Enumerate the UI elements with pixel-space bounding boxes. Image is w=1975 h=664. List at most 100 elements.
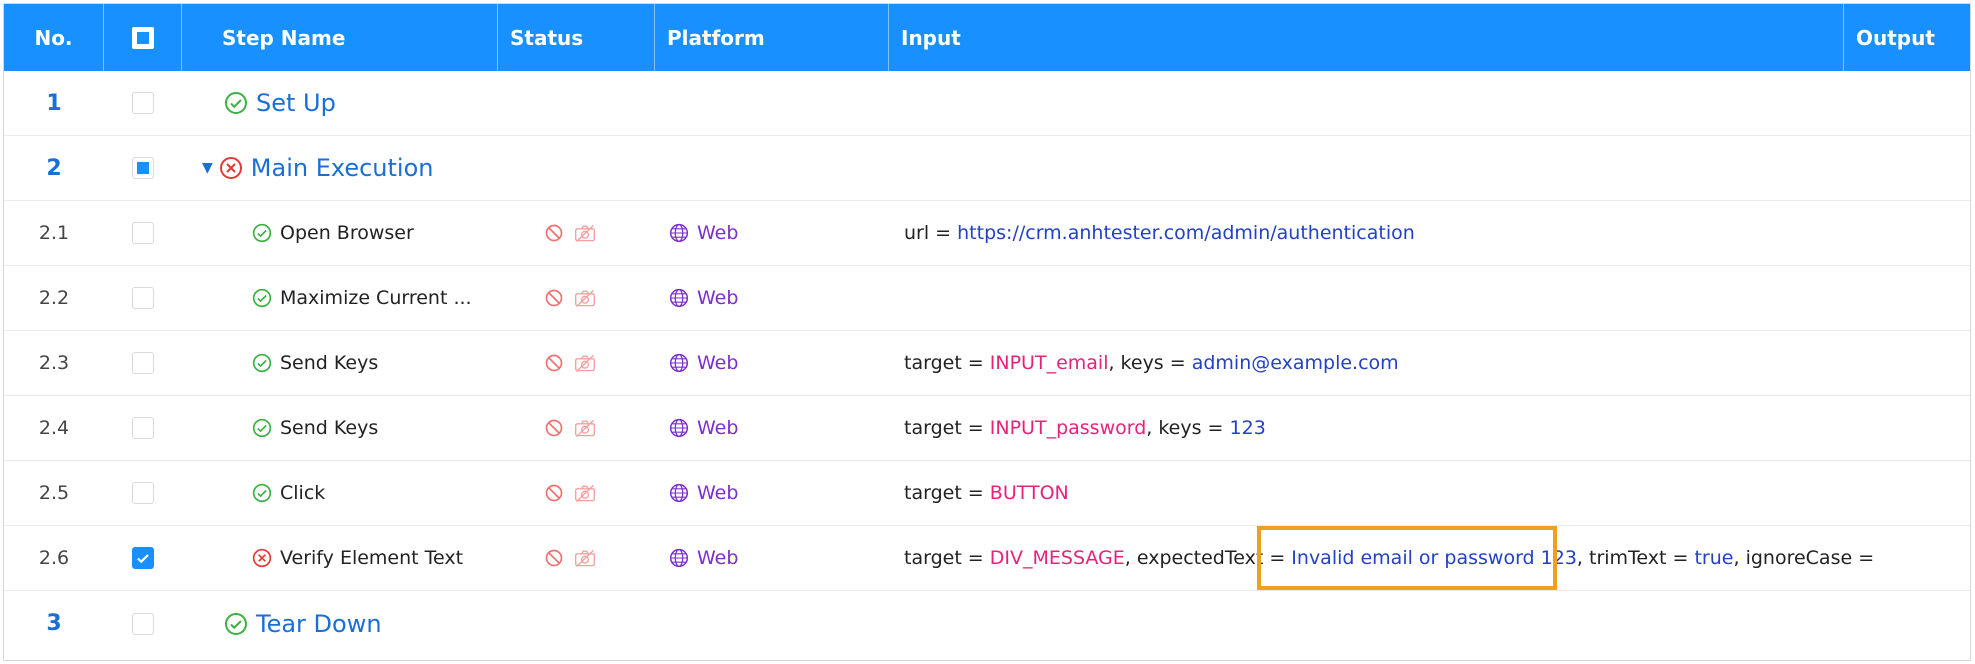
globe-icon bbox=[669, 548, 689, 568]
header-input[interactable]: Input bbox=[889, 4, 1844, 71]
header-status[interactable]: Status bbox=[498, 4, 655, 71]
input-ref[interactable]: INPUT_email bbox=[990, 352, 1109, 374]
globe-icon bbox=[669, 418, 689, 438]
select-all-checkbox[interactable] bbox=[131, 26, 154, 49]
check-circle-icon bbox=[252, 223, 272, 243]
stop-icon[interactable] bbox=[544, 288, 564, 308]
stop-icon[interactable] bbox=[544, 548, 564, 568]
camera-off-icon[interactable] bbox=[574, 483, 596, 503]
input-ref[interactable]: BUTTON bbox=[990, 482, 1069, 504]
globe-icon bbox=[669, 483, 689, 503]
camera-off-icon[interactable] bbox=[574, 353, 596, 373]
header-output-label: Output bbox=[1856, 25, 1935, 50]
table-header: No. Step Name Status Platform Input Outp… bbox=[4, 4, 1970, 71]
platform-label: Web bbox=[697, 417, 739, 439]
platform-label: Web bbox=[697, 287, 739, 309]
check-circle-icon bbox=[252, 288, 272, 308]
header-step-name-label: Step Name bbox=[222, 25, 346, 50]
check-circle-icon bbox=[225, 612, 247, 635]
row-checkbox[interactable] bbox=[132, 417, 154, 439]
table-row[interactable]: 2 ▼ Main Execution bbox=[4, 136, 1970, 201]
globe-icon bbox=[669, 353, 689, 373]
row-checkbox[interactable] bbox=[132, 157, 154, 179]
step-input[interactable] bbox=[904, 266, 1964, 330]
input-value[interactable]: https://crm.anhtester.com/admin/authenti… bbox=[957, 222, 1415, 244]
row-number: 2.6 bbox=[38, 547, 70, 569]
platform-label: Web bbox=[697, 352, 739, 374]
header-step-name[interactable]: Step Name bbox=[182, 4, 498, 71]
step-input[interactable]: target = INPUT_email, keys = admin@examp… bbox=[904, 331, 1964, 395]
stop-icon[interactable] bbox=[544, 483, 564, 503]
input-ref[interactable]: DIV_MESSAGE bbox=[990, 547, 1125, 569]
input-key: , keys = bbox=[1146, 417, 1230, 439]
table-row[interactable]: 1 Set Up bbox=[4, 71, 1970, 136]
header-platform-label: Platform bbox=[667, 25, 765, 50]
step-input[interactable]: url = https://crm.anhtester.com/admin/au… bbox=[904, 201, 1964, 265]
input-value[interactable]: 123 bbox=[1230, 417, 1266, 439]
step-name[interactable]: Maximize Current ... bbox=[280, 287, 472, 309]
camera-off-icon[interactable] bbox=[574, 548, 596, 568]
row-checkbox[interactable] bbox=[132, 352, 154, 374]
step-name[interactable]: Send Keys bbox=[280, 417, 378, 439]
camera-off-icon[interactable] bbox=[574, 418, 596, 438]
stop-icon[interactable] bbox=[544, 223, 564, 243]
close-circle-icon bbox=[252, 548, 272, 568]
camera-off-icon[interactable] bbox=[574, 223, 596, 243]
row-number: 2.4 bbox=[38, 417, 70, 439]
caret-down-icon[interactable]: ▼ bbox=[202, 160, 213, 176]
row-checkbox[interactable] bbox=[132, 482, 154, 504]
row-number: 2.5 bbox=[38, 482, 70, 504]
platform-label: Web bbox=[697, 222, 739, 244]
header-select-all[interactable] bbox=[104, 4, 182, 71]
step-input[interactable]: target = BUTTON bbox=[904, 461, 1964, 525]
input-key: target = bbox=[904, 482, 990, 504]
row-checkbox[interactable] bbox=[132, 287, 154, 309]
test-steps-table: No. Step Name Status Platform Input Outp… bbox=[3, 3, 1971, 661]
row-checkbox[interactable] bbox=[132, 547, 154, 569]
step-input[interactable]: target = DIV_MESSAGE, expectedText = Inv… bbox=[904, 526, 1964, 590]
header-output[interactable]: Output bbox=[1844, 4, 1972, 71]
input-key: , keys = bbox=[1108, 352, 1192, 374]
table-row[interactable]: 2.3 Send Keys Web target = INPUT_email, … bbox=[4, 331, 1970, 396]
camera-off-icon[interactable] bbox=[574, 288, 596, 308]
close-circle-icon bbox=[219, 157, 242, 179]
check-circle-icon bbox=[252, 353, 272, 373]
input-key: , ignoreCase = bbox=[1733, 547, 1881, 569]
step-name[interactable]: Verify Element Text bbox=[280, 547, 463, 569]
input-ref[interactable]: INPUT_password bbox=[990, 417, 1147, 439]
input-value[interactable]: admin@example.com bbox=[1192, 352, 1399, 374]
step-name[interactable]: Tear Down bbox=[256, 610, 382, 638]
globe-icon bbox=[669, 223, 689, 243]
stop-icon[interactable] bbox=[544, 418, 564, 438]
row-number: 2.1 bbox=[38, 222, 70, 244]
row-number: 3 bbox=[46, 611, 62, 636]
header-input-label: Input bbox=[901, 25, 961, 50]
table-row[interactable]: 3 Tear Down bbox=[4, 591, 1970, 656]
row-checkbox[interactable] bbox=[132, 612, 154, 635]
input-key: , expectedText = bbox=[1124, 547, 1292, 569]
table-row[interactable]: 2.6 Verify Element Text Web target = DIV… bbox=[4, 526, 1970, 591]
platform-label: Web bbox=[697, 482, 739, 504]
input-key: target = bbox=[904, 547, 990, 569]
step-name[interactable]: Set Up bbox=[256, 89, 336, 117]
table-row[interactable]: 2.5 Click Web target = BUTTON bbox=[4, 461, 1970, 526]
row-checkbox[interactable] bbox=[132, 92, 154, 114]
table-row[interactable]: 2.4 Send Keys Web target = INPUT_passwor… bbox=[4, 396, 1970, 461]
header-platform[interactable]: Platform bbox=[655, 4, 889, 71]
header-no[interactable]: No. bbox=[4, 4, 104, 71]
row-checkbox[interactable] bbox=[132, 222, 154, 244]
input-value-highlighted[interactable]: Invalid email or password 123 bbox=[1291, 547, 1577, 569]
step-name[interactable]: Click bbox=[280, 482, 325, 504]
step-name[interactable]: Send Keys bbox=[280, 352, 378, 374]
check-circle-icon bbox=[252, 483, 272, 503]
check-circle-icon bbox=[225, 92, 247, 114]
step-name[interactable]: Main Execution bbox=[251, 154, 434, 182]
table-row[interactable]: 2.2 Maximize Current ... Web bbox=[4, 266, 1970, 331]
step-name[interactable]: Open Browser bbox=[280, 222, 414, 244]
table-row[interactable]: 2.1 Open Browser Web url = https://crm.a… bbox=[4, 201, 1970, 266]
input-value[interactable]: true bbox=[1694, 547, 1733, 569]
step-input[interactable]: target = INPUT_password, keys = 123 bbox=[904, 396, 1964, 460]
stop-icon[interactable] bbox=[544, 353, 564, 373]
row-number: 2.2 bbox=[38, 287, 70, 309]
check-circle-icon bbox=[252, 418, 272, 438]
